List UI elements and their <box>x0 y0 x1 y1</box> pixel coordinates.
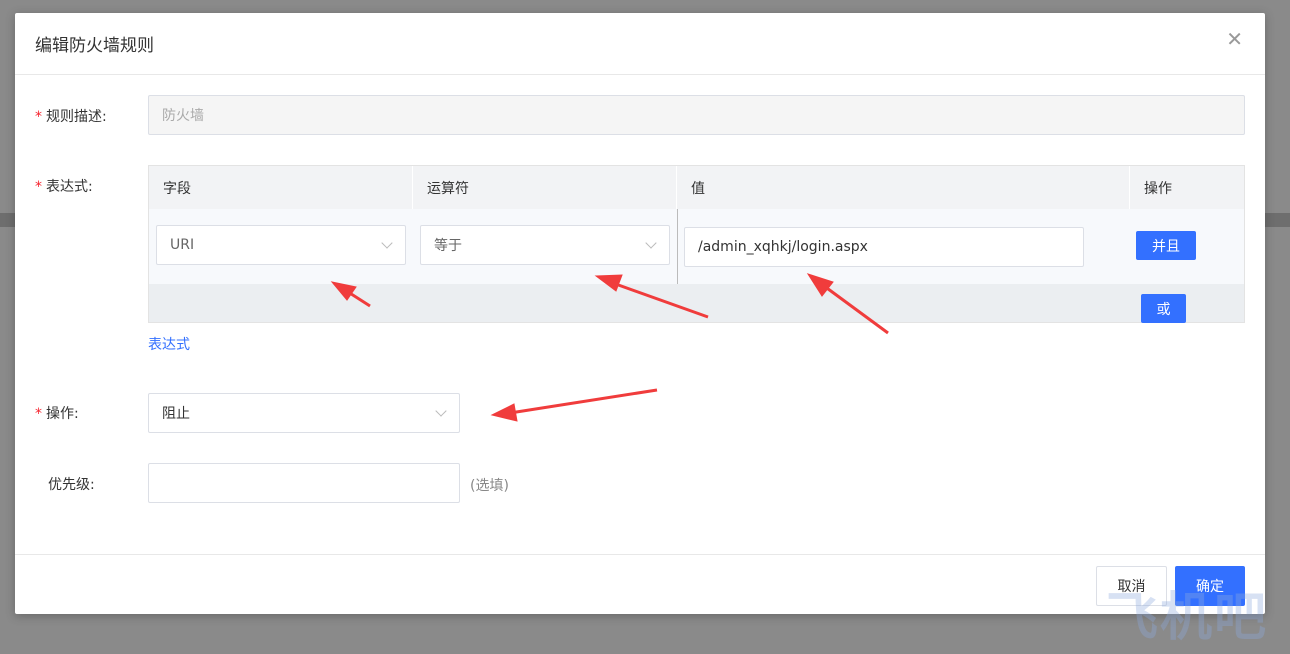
expression-row: URI 等于 /admin_xqhkj/login.aspx 并且 <box>149 209 1244 284</box>
description-label: * 规则描述: <box>35 106 107 126</box>
field-select-value: URI <box>170 237 195 253</box>
priority-input[interactable] <box>148 463 460 503</box>
value-input[interactable]: /admin_xqhkj/login.aspx <box>684 227 1084 267</box>
column-header-operator: 运算符 <box>413 166 677 209</box>
field-select[interactable]: URI <box>156 225 406 265</box>
action-label: * 操作: <box>35 403 79 423</box>
action-select-value: 阻止 <box>162 406 190 422</box>
expression-table: 字段 运算符 值 操作 URI 等于 /admin_xqhkj/login.as… <box>148 165 1245 323</box>
value-input-text: /admin_xqhkj/login.aspx <box>698 239 868 255</box>
and-button[interactable]: 并且 <box>1136 231 1196 260</box>
expression-label-text: 表达式: <box>46 179 93 195</box>
operator-select-value: 等于 <box>434 238 462 254</box>
required-mark: * <box>35 109 42 125</box>
optional-hint: (选填) <box>470 478 509 494</box>
watermark-logo: 飞机吧 <box>1106 587 1269 648</box>
expression-label: * 表达式: <box>35 176 93 196</box>
edit-firewall-rule-dialog: 编辑防火墙规则 ✕ * 规则描述: 防火墙 * 表达式: 字段 运算符 值 操作 U… <box>15 13 1265 614</box>
dialog-title: 编辑防火墙规则 <box>35 36 154 56</box>
column-header-field: 字段 <box>149 166 413 209</box>
action-select[interactable]: 阻止 <box>148 393 460 433</box>
description-value: 防火墙 <box>162 108 204 124</box>
dialog-footer: 取消 确定 <box>15 554 1265 615</box>
column-header-action: 操作 <box>1130 166 1244 209</box>
chevron-down-icon <box>381 237 393 249</box>
operator-select[interactable]: 等于 <box>420 225 670 265</box>
cell-divider <box>677 209 678 284</box>
close-icon[interactable]: ✕ <box>1226 29 1243 49</box>
or-button[interactable]: 或 <box>1141 294 1186 323</box>
required-mark: * <box>35 406 42 422</box>
description-input[interactable]: 防火墙 <box>148 95 1245 135</box>
description-label-text: 规则描述: <box>46 109 107 125</box>
dialog-header: 编辑防火墙规则 ✕ <box>15 13 1265 75</box>
chevron-down-icon <box>435 405 447 417</box>
required-mark: * <box>35 179 42 195</box>
add-expression-link[interactable]: 表达式 <box>148 334 190 354</box>
column-header-value: 值 <box>677 166 1130 209</box>
priority-label: 优先级: <box>48 477 95 493</box>
action-label-text: 操作: <box>46 406 79 422</box>
chevron-down-icon <box>645 237 657 249</box>
or-row: 或 <box>149 284 1244 323</box>
